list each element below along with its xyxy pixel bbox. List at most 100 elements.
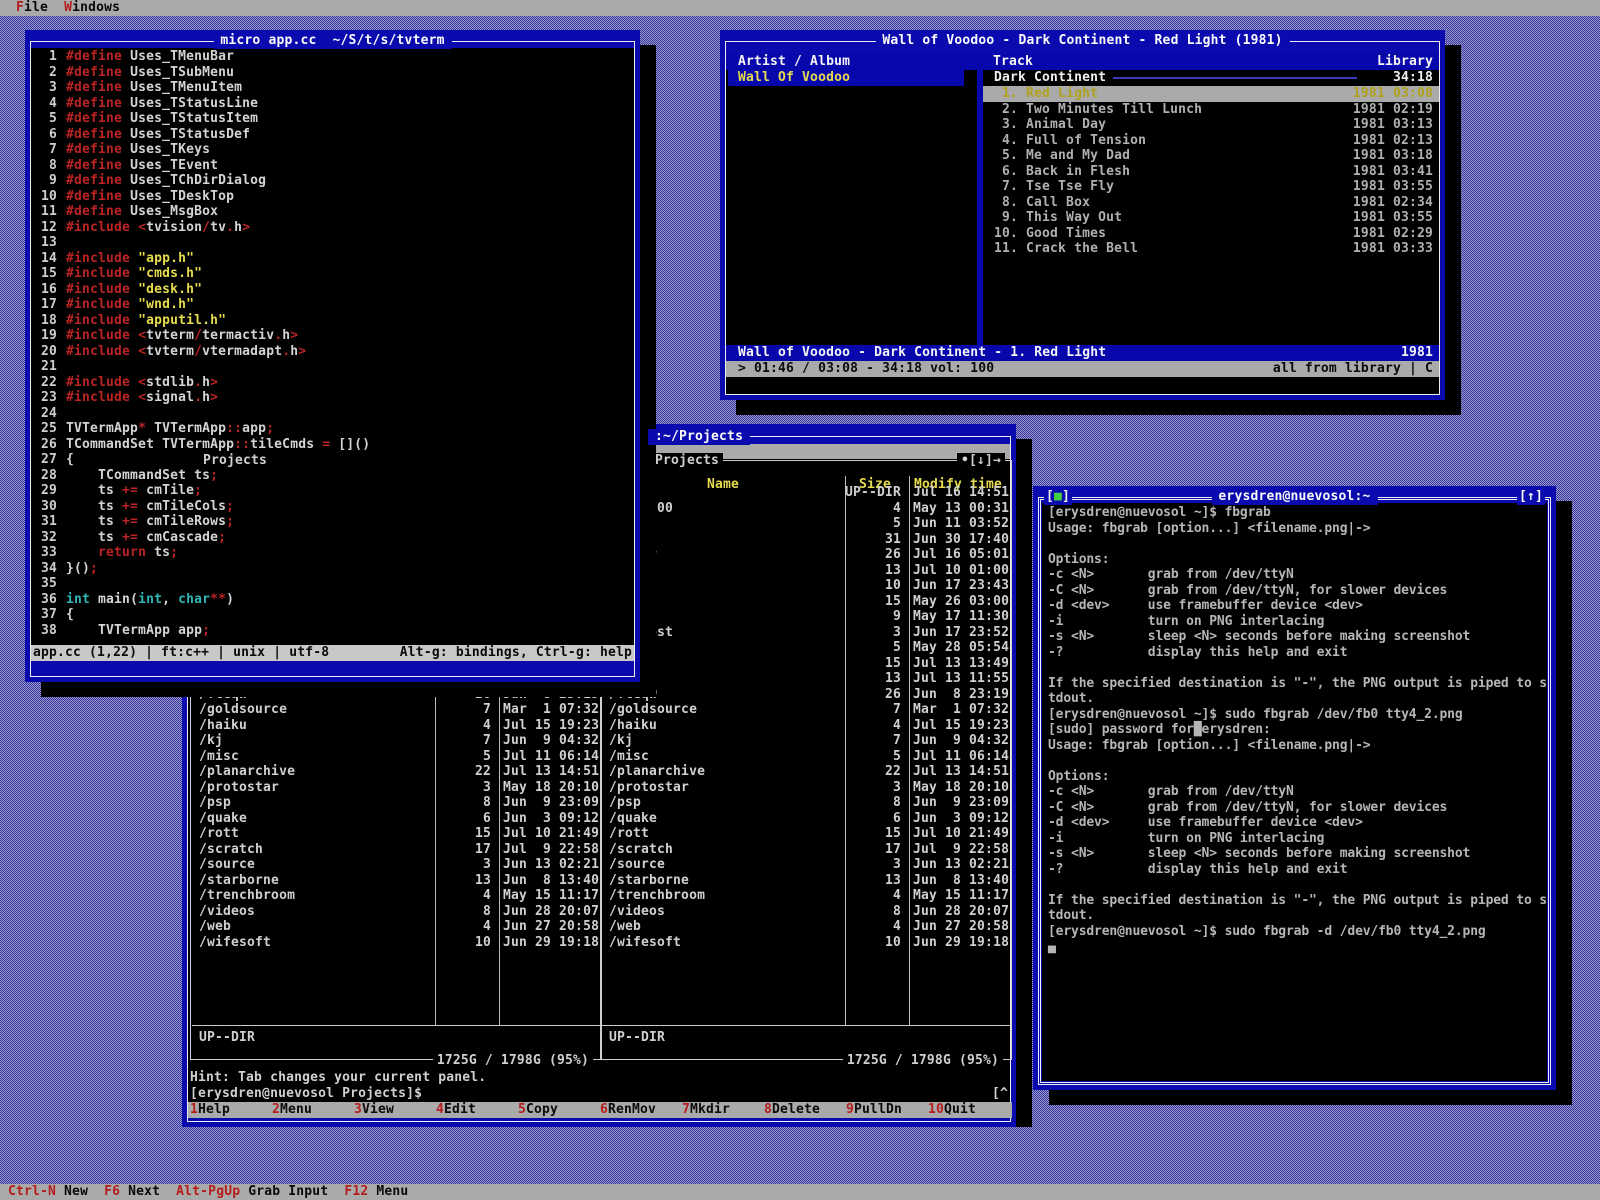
fkey-button-menu[interactable]: 2Menu [272,1102,354,1118]
code-token: ; [202,623,210,638]
close-window-button[interactable]: [■] [1044,489,1072,505]
fm-file-row[interactable]: /rott15Jul 10 21:49 [191,826,601,842]
fm-file-row[interactable]: /psp8Jun 9 23:09 [191,795,601,811]
fm-file-row[interactable]: /misc5Jul 11 06:14 [191,749,601,765]
file-name: /protostar [199,780,279,796]
fm-file-row[interactable]: /starborne13Jun 8 13:40 [191,873,601,889]
file-name: /source [199,857,255,873]
fm-file-row[interactable]: /misc5Jul 11 06:14 [601,749,1011,765]
fkey-number: 9 [846,1102,854,1117]
code-token: #define [66,111,130,126]
fm-file-row[interactable]: 13Jul 13 11:55 [601,671,1011,687]
fkey-number: 10 [928,1102,944,1117]
fm-file-row[interactable]: /protostar3May 18 20:10 [601,780,1011,796]
fm-file-row[interactable]: /starborne13Jun 8 13:40 [601,873,1011,889]
fm-file-row[interactable]: /wifesoft10Jun 29 19:18 [601,935,1011,951]
code-token: int [138,592,162,607]
fm-file-row[interactable]: legs15May 26 03:00 [601,594,1011,610]
fkey-button-delete[interactable]: 8Delete [764,1102,846,1118]
fm-file-row[interactable]: UP--DIRJul 16 14:51 [601,485,1011,501]
fm-file-row[interactable]: /protostar3May 18 20:10 [191,780,601,796]
fm-file-row[interactable]: /planarchive22Jul 13 14:51 [601,764,1011,780]
fm-file-row[interactable]: /scratch17Jul 9 22:58 [601,842,1011,858]
fm-file-row[interactable]: og15Jul 13 13:49 [601,656,1011,672]
fm-right-panel-sort-badge[interactable]: •[↓]→ [957,453,1005,469]
terminal-window[interactable]: erysdren@nuevosol:~ [■] [↑] [erysdren@nu… [1033,486,1556,1090]
file-mtime: Jun 9 23:09 [913,795,1009,811]
fkey-button-quit[interactable]: 10Quit [928,1102,1010,1118]
fm-file-row[interactable]: der9May 17 11:30 [601,609,1011,625]
menu-items[interactable]: File Windows [16,0,120,16]
fm-file-row[interactable]: ax5Jun 11 03:52 [601,516,1011,532]
player-artist-selected-row[interactable]: Wall Of Voodoo [728,70,964,86]
terminal-window-title[interactable]: erysdren@nuevosol:~ [1211,489,1377,505]
player-album-separator-line [1113,77,1357,79]
fm-file-row[interactable]: /planarchive22Jul 13 14:51 [191,764,601,780]
fm-file-row[interactable]: /scratch17Jul 9 22:58 [191,842,601,858]
player-window-title[interactable]: Wall of Voodoo - Dark Continent - Red Li… [875,33,1289,49]
editor-content[interactable]: 1#define Uses_TMenuBar 2#define Uses_TSu… [31,48,634,645]
fkey-button-copy[interactable]: 5Copy [518,1102,600,1118]
fm-file-row[interactable]: /haiku4Jul 15 19:23 [601,718,1011,734]
editor-window[interactable]: micro app.cc ~/S/t/s/tvterm 1#define Use… [25,30,640,682]
fm-file-row[interactable]: /trenchbroom4May 15 11:17 [191,888,601,904]
fm-file-row[interactable]: /wifesoft10Jun 29 19:18 [191,935,601,951]
fm-file-row[interactable]: /videos8Jun 28 20:07 [601,904,1011,920]
fm-window-title[interactable]: :~/Projects [648,429,750,445]
file-mtime: Jul 15 19:23 [913,718,1009,734]
fm-command-prompt[interactable]: [erysdren@nuevosol Projects]$ [190,1086,422,1102]
player-album-row[interactable]: Dark Continent 34:18 [983,70,1439,86]
fm-file-row[interactable]: /fteqw26Jun 8 23:19 [601,687,1011,703]
fm-file-row[interactable]: /videos8Jun 28 20:07 [191,904,601,920]
track-row[interactable]: 9. This Way Out1981 03:55 [983,210,1439,226]
fkey-button-help[interactable]: 1Help [190,1102,272,1118]
fm-file-row[interactable]: der10Jun 17 23:43 [601,578,1011,594]
fm-file-row[interactable]: /goldsource7Mar 1 07:32 [191,702,601,718]
track-row[interactable]: 5. Me and My Dad1981 03:18 [983,148,1439,164]
file-name: /wifesoft [609,935,681,951]
track-row-selected[interactable]: 1. Red Light1981 03:08 [983,86,1439,102]
fm-file-row[interactable]: harvest3Jun 17 23:52 [601,625,1011,641]
fm-file-row[interactable]: /trenchbroom4May 15 11:17 [601,888,1011,904]
fm-file-row[interactable]: 31Jun 30 17:40 [601,532,1011,548]
fm-file-row[interactable]: /goldsource7Mar 1 07:32 [601,702,1011,718]
track-row[interactable]: 11. Crack the Bell1981 03:33 [983,241,1439,257]
fm-file-row[interactable]: er5May 28 05:54 [601,640,1011,656]
fm-right-panel[interactable]: Projects •[↓]→ Name Size Modify time UP-… [600,460,1012,1060]
track-row[interactable]: 7. Tse Tse Fly1981 03:55 [983,179,1439,195]
fkey-button-edit[interactable]: 4Edit [436,1102,518,1118]
player-window[interactable]: Wall of Voodoo - Dark Continent - Red Li… [720,30,1445,400]
fkey-button-renmov[interactable]: 6RenMov [600,1102,682,1118]
fm-file-row[interactable]: sh-10004May 13 00:31 [601,501,1011,517]
track-row[interactable]: 10. Good Times1981 02:29 [983,226,1439,242]
fm-file-row[interactable]: draw13Jul 10 01:00 [601,563,1011,579]
file-name: /source [609,857,665,873]
fm-file-row[interactable]: /kj7Jun 9 04:32 [191,733,601,749]
fkey-button-view[interactable]: 3View [354,1102,436,1118]
track-row[interactable]: 6. Back in Flesh1981 03:41 [983,164,1439,180]
editor-window-title[interactable]: micro app.cc ~/S/t/s/tvterm [213,33,451,49]
fm-file-row[interactable]: /quake6Jun 3 09:12 [601,811,1011,827]
track-row[interactable]: 3. Animal Day1981 03:13 [983,117,1439,133]
fm-file-row[interactable]: /quake6Jun 3 09:12 [191,811,601,827]
statusbar-shortcuts[interactable]: Ctrl-N New F6 Next Alt-PgUp Grab Input F… [8,1184,408,1200]
fkey-button-mkdir[interactable]: 7Mkdir [682,1102,764,1118]
track-row[interactable]: 8. Call Box1981 02:34 [983,195,1439,211]
fkey-button-pulldn[interactable]: 9PullDn [846,1102,928,1118]
fm-file-row[interactable]: /web4Jun 27 20:58 [191,919,601,935]
fm-history-button[interactable]: [^ [992,1086,1008,1102]
fm-file-row[interactable]: /rott15Jul 10 21:49 [601,826,1011,842]
line-number: 33 [34,545,57,561]
file-mtime: Jul 13 14:51 [503,764,599,780]
terminal-content[interactable]: [erysdren@nuevosol ~]$ fbgrab Usage: fbg… [1042,503,1547,1081]
fm-file-row[interactable]: /psp8Jun 9 23:09 [601,795,1011,811]
fm-file-row[interactable]: /kj7Jun 9 04:32 [601,733,1011,749]
maximize-window-button[interactable]: [↑] [1517,489,1545,505]
fm-file-row[interactable]: mixer26Jul 16 05:01 [601,547,1011,563]
track-row[interactable]: 2. Two Minutes Till Lunch1981 02:19 [983,102,1439,118]
fm-file-row[interactable]: /source3Jun 13 02:21 [601,857,1011,873]
fm-file-row[interactable]: /source3Jun 13 02:21 [191,857,601,873]
fm-file-row[interactable]: /web4Jun 27 20:58 [601,919,1011,935]
fm-file-row[interactable]: /haiku4Jul 15 19:23 [191,718,601,734]
track-row[interactable]: 4. Full of Tension1981 02:13 [983,133,1439,149]
